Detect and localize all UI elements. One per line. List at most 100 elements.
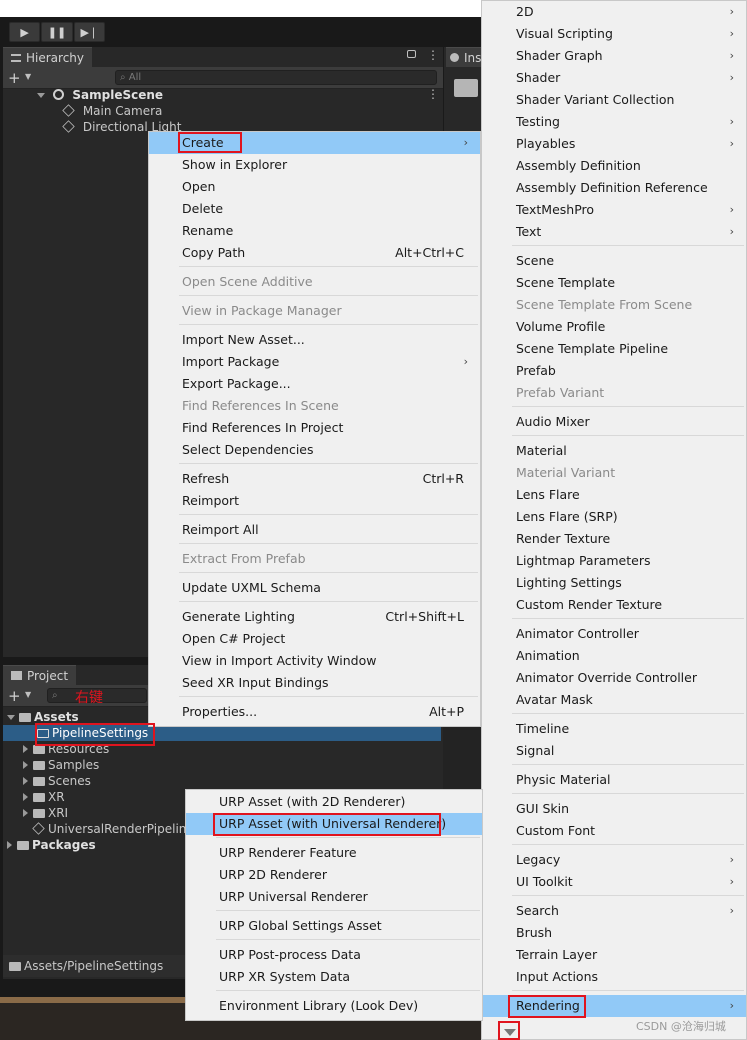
create_menu-item-render-texture[interactable]: Render Texture <box>482 528 746 550</box>
context_menu-item-open-c-project[interactable]: Open C# Project <box>149 628 480 650</box>
context_menu-item-import-new-asset[interactable]: Import New Asset... <box>149 329 480 351</box>
kebab-menu-icon[interactable]: ⋮ <box>427 48 439 62</box>
create_menu-item-lightmap-parameters[interactable]: Lightmap Parameters <box>482 550 746 572</box>
create_menu-item-scene[interactable]: Scene <box>482 250 746 272</box>
scene-row[interactable]: SampleScene <box>37 87 163 103</box>
create_menu-item-ui-toolkit[interactable]: UI Toolkit › <box>482 871 746 893</box>
step-button[interactable]: ▶❘ <box>73 22 105 42</box>
create_menu-item-custom-render-texture[interactable]: Custom Render Texture <box>482 594 746 616</box>
create_menu-item-scene-template-pipeline[interactable]: Scene Template Pipeline <box>482 338 746 360</box>
context_menu-item-delete[interactable]: Delete <box>149 198 480 220</box>
create_menu-item-custom-font[interactable]: Custom Font <box>482 820 746 842</box>
add-button[interactable]: + <box>8 69 21 87</box>
collapse-icon[interactable] <box>23 793 28 801</box>
create_menu-item-avatar-mask[interactable]: Avatar Mask <box>482 689 746 711</box>
play-button[interactable]: ▶ <box>9 22 41 42</box>
inspector-tab[interactable]: Ins <box>446 47 486 67</box>
create_menu-item-assembly-definition[interactable]: Assembly Definition <box>482 155 746 177</box>
context_menu-item-reimport[interactable]: Reimport <box>149 490 480 512</box>
lock-icon[interactable] <box>407 50 416 58</box>
tree-row[interactable]: XR <box>23 789 65 805</box>
create_menu-item-animator-override-controller[interactable]: Animator Override Controller <box>482 667 746 689</box>
rendering_menu-item-environment-library-look-dev[interactable]: Environment Library (Look Dev) <box>186 995 482 1017</box>
create_menu-item-prefab[interactable]: Prefab <box>482 360 746 382</box>
create_menu-item-brush[interactable]: Brush <box>482 922 746 944</box>
expand-icon[interactable] <box>7 715 15 720</box>
rendering_menu-item-urp-asset-with-2d-renderer[interactable]: URP Asset (with 2D Renderer) <box>186 791 482 813</box>
rendering_menu-item-urp-post-process-data[interactable]: URP Post-process Data <box>186 944 482 966</box>
collapse-icon[interactable] <box>23 777 28 785</box>
create_menu-item-assembly-definition-reference[interactable]: Assembly Definition Reference <box>482 177 746 199</box>
search-icon: ⌕ <box>120 72 126 83</box>
create_menu-item-shader-variant-collection[interactable]: Shader Variant Collection <box>482 89 746 111</box>
collapse-icon[interactable] <box>7 841 12 849</box>
tree-row[interactable]: Scenes <box>23 773 91 789</box>
tree-row[interactable]: Samples <box>23 757 99 773</box>
context_menu-item-generate-lighting[interactable]: Generate Lighting Ctrl+Shift+L <box>149 606 480 628</box>
context_menu-item-select-dependencies[interactable]: Select Dependencies <box>149 439 480 461</box>
create_menu-item-shader-graph[interactable]: Shader Graph › <box>482 45 746 67</box>
rendering_menu-item-urp-xr-system-data[interactable]: URP XR System Data <box>186 966 482 988</box>
hierarchy-tab[interactable]: Hierarchy <box>3 47 93 67</box>
create_menu-item-textmeshpro[interactable]: TextMeshPro › <box>482 199 746 221</box>
tree-row[interactable]: UniversalRenderPipelin <box>32 821 186 837</box>
context_menu-item-show-in-explorer[interactable]: Show in Explorer <box>149 154 480 176</box>
create_menu-item-input-actions[interactable]: Input Actions <box>482 966 746 988</box>
collapse-icon[interactable] <box>23 761 28 769</box>
create_menu-item-visual-scripting[interactable]: Visual Scripting › <box>482 23 746 45</box>
rendering_menu-item-urp-global-settings-asset[interactable]: URP Global Settings Asset <box>186 915 482 937</box>
tree-row-packages[interactable]: Packages <box>7 837 96 853</box>
create_menu-item-legacy[interactable]: Legacy › <box>482 849 746 871</box>
context_menu-item-find-references-in-project[interactable]: Find References In Project <box>149 417 480 439</box>
scroll-down-arrow-icon[interactable] <box>500 1024 520 1040</box>
context_menu-item-seed-xr-input-bindings[interactable]: Seed XR Input Bindings <box>149 672 480 694</box>
create_menu-item-audio-mixer[interactable]: Audio Mixer <box>482 411 746 433</box>
create_menu-item-playables[interactable]: Playables › <box>482 133 746 155</box>
create_menu-item-search[interactable]: Search › <box>482 900 746 922</box>
context_menu-item-copy-path[interactable]: Copy Path Alt+Ctrl+C <box>149 242 480 264</box>
create_menu-item-animator-controller[interactable]: Animator Controller <box>482 623 746 645</box>
create_menu-item-animation[interactable]: Animation <box>482 645 746 667</box>
rendering_menu-item-urp-universal-renderer[interactable]: URP Universal Renderer <box>186 886 482 908</box>
project-tab[interactable]: Project <box>3 665 77 685</box>
tree-row[interactable]: XRI <box>23 805 68 821</box>
rendering_menu-item-urp-2d-renderer[interactable]: URP 2D Renderer <box>186 864 482 886</box>
create_menu-item-physic-material[interactable]: Physic Material <box>482 769 746 791</box>
menu-item-label: Rename <box>182 223 234 238</box>
hierarchy-search-input[interactable]: ⌕ All <box>115 70 437 85</box>
create_menu-item-gui-skin[interactable]: GUI Skin <box>482 798 746 820</box>
create_menu-item-testing[interactable]: Testing › <box>482 111 746 133</box>
collapse-icon[interactable] <box>23 745 28 753</box>
gameobject-row[interactable]: Main Camera <box>62 103 162 119</box>
expand-icon[interactable] <box>37 93 45 98</box>
create_menu-item-material[interactable]: Material <box>482 440 746 462</box>
context_menu-item-reimport-all[interactable]: Reimport All <box>149 519 480 541</box>
add-button[interactable]: + <box>8 687 21 705</box>
dropdown-arrow-icon[interactable]: ▼ <box>25 72 31 81</box>
create_menu-item-lens-flare-srp[interactable]: Lens Flare (SRP) <box>482 506 746 528</box>
create_menu-item-text[interactable]: Text › <box>482 221 746 243</box>
context_menu-item-export-package[interactable]: Export Package... <box>149 373 480 395</box>
create_menu-item-terrain-layer[interactable]: Terrain Layer <box>482 944 746 966</box>
scene-kebab-icon[interactable]: ⋮ <box>427 87 439 101</box>
create_menu-item-scene-template[interactable]: Scene Template <box>482 272 746 294</box>
context_menu-item-update-uxml-schema[interactable]: Update UXML Schema <box>149 577 480 599</box>
context_menu-item-refresh[interactable]: Refresh Ctrl+R <box>149 468 480 490</box>
create_menu-item-signal[interactable]: Signal <box>482 740 746 762</box>
create_menu-item-timeline[interactable]: Timeline <box>482 718 746 740</box>
create_menu-item-lighting-settings[interactable]: Lighting Settings <box>482 572 746 594</box>
collapse-icon[interactable] <box>23 809 28 817</box>
context_menu-item-view-in-import-activity-window[interactable]: View in Import Activity Window <box>149 650 480 672</box>
rendering_menu-item-urp-renderer-feature[interactable]: URP Renderer Feature <box>186 842 482 864</box>
create_menu-item-shader[interactable]: Shader › <box>482 67 746 89</box>
create_menu-item-2d[interactable]: 2D › <box>482 1 746 23</box>
create_menu-item-lens-flare[interactable]: Lens Flare <box>482 484 746 506</box>
create_menu-item-volume-profile[interactable]: Volume Profile <box>482 316 746 338</box>
context_menu-item-open[interactable]: Open <box>149 176 480 198</box>
pause-button[interactable]: ❚❚ <box>41 22 73 42</box>
annotation-selected-folder-highlight <box>35 723 155 746</box>
context_menu-item-import-package[interactable]: Import Package › <box>149 351 480 373</box>
context_menu-item-rename[interactable]: Rename <box>149 220 480 242</box>
context_menu-item-properties[interactable]: Properties... Alt+P <box>149 701 480 723</box>
dropdown-arrow-icon[interactable]: ▼ <box>25 690 31 699</box>
